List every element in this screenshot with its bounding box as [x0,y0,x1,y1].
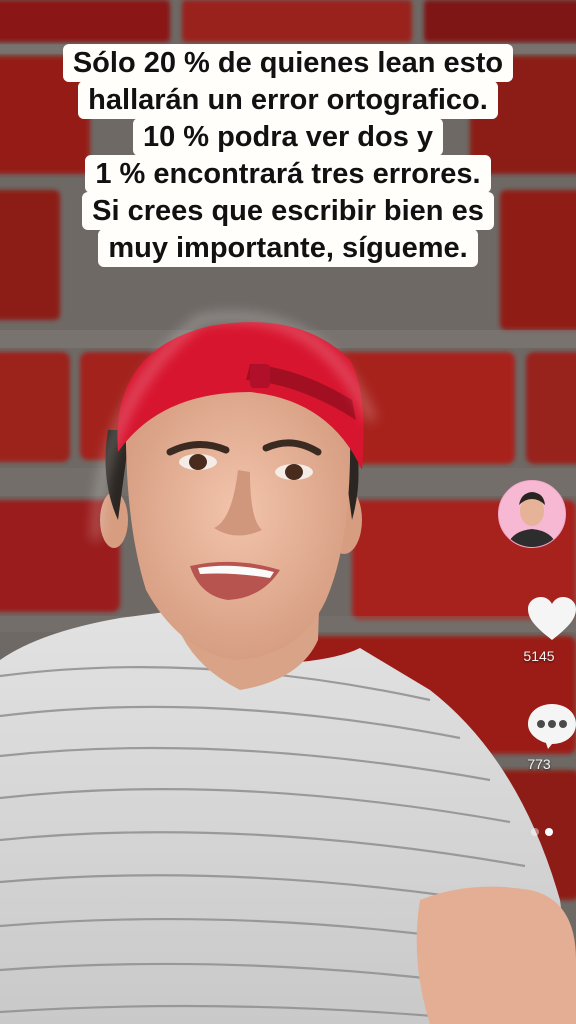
creator-avatar[interactable] [498,480,566,548]
caption-line: Sólo 20 % de quienes lean esto [62,44,514,82]
caption: Sólo 20 % de quienes lean esto hallarán … [0,44,576,267]
video-screen[interactable]: Sólo 20 % de quienes lean esto hallarán … [0,0,576,1024]
page-indicator [531,823,559,841]
caption-line: muy importante, sígueme. [98,229,478,267]
page-dot-active[interactable] [545,828,553,836]
comment-button[interactable]: 773 [504,702,576,772]
caption-line: 1 % encontrará tres errores. [85,155,491,193]
heart-icon [528,597,576,640]
caption-line: 10 % podra ver dos y [132,118,444,156]
comment-count: 773 [527,756,551,772]
caption-line: hallarán un error ortografico. [78,81,498,119]
like-button[interactable]: 5145 [504,596,576,664]
like-count: 5145 [523,648,555,664]
comment-bubble-icon [528,704,576,749]
caption-line: Si crees que escribir bien es [82,192,494,230]
avatar-icon [499,481,565,547]
page-dot[interactable] [531,828,539,836]
